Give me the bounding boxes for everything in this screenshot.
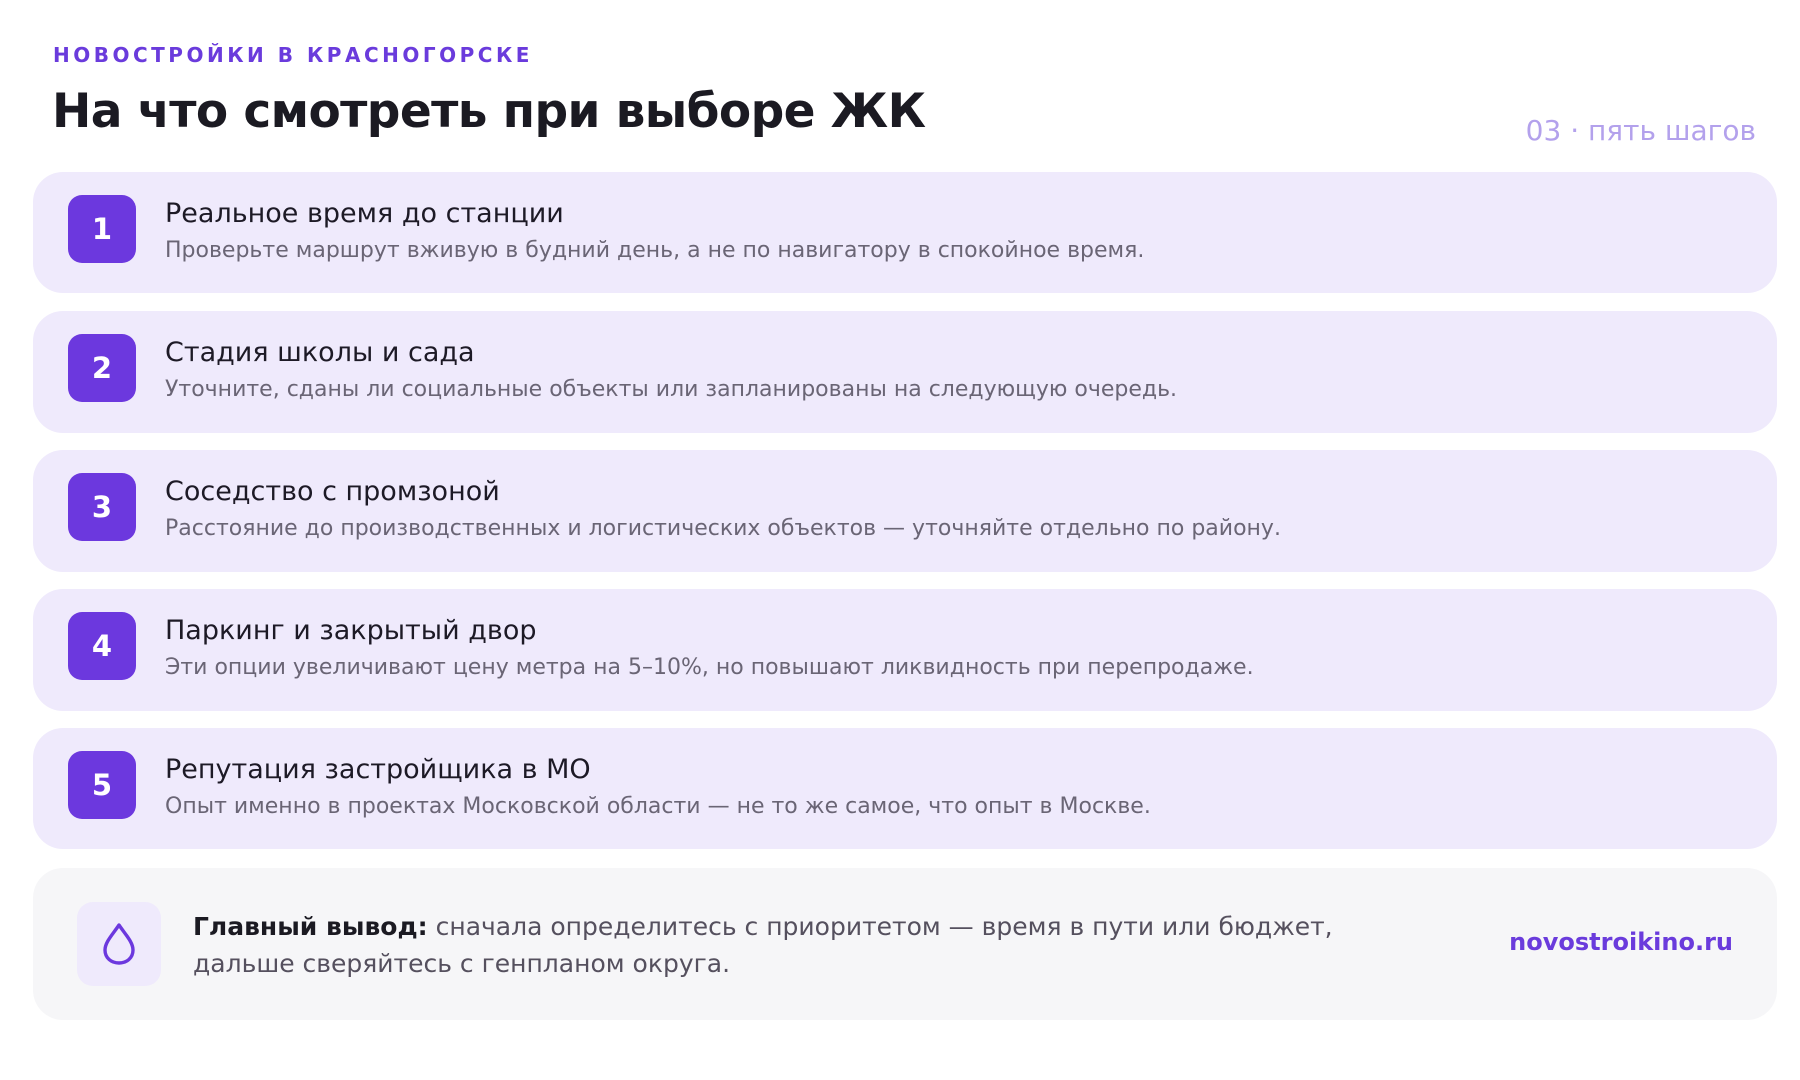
step-card-3: 3 Соседство с промзоной Расстояние до пр… (33, 450, 1777, 572)
site-link[interactable]: novostroikino.ru (1509, 928, 1733, 956)
step-title: Стадия школы и сада (165, 337, 475, 368)
step-card-2: 2 Стадия школы и сада Уточните, сданы ли… (33, 311, 1777, 433)
step-description: Уточните, сданы ли социальные объекты ил… (165, 377, 1178, 402)
step-number-badge: 5 (68, 751, 136, 819)
step-description: Эти опции увеличивают цену метра на 5–10… (165, 655, 1254, 680)
step-description: Опыт именно в проектах Московской област… (165, 794, 1151, 819)
step-card-5: 5 Репутация застройщика в МО Опыт именно… (33, 728, 1777, 849)
step-number-badge: 1 (68, 195, 136, 263)
conclusion-text: Главный вывод: сначала определитесь с пр… (193, 908, 1423, 982)
step-title: Реальное время до станции (165, 198, 564, 229)
step-description: Проверьте маршрут вживую в будний день, … (165, 238, 1145, 263)
conclusion-card: Главный вывод: сначала определитесь с пр… (33, 868, 1777, 1020)
step-number-badge: 3 (68, 473, 136, 541)
step-card-1: 1 Реальное время до станции Проверьте ма… (33, 172, 1777, 293)
step-counter: 03 · пять шагов (1525, 114, 1756, 147)
eyebrow-label: НОВОСТРОЙКИ В КРАСНОГОРСКЕ (53, 43, 533, 67)
step-title: Паркинг и закрытый двор (165, 615, 537, 646)
page-title: На что смотреть при выборе ЖК (52, 84, 926, 139)
step-card-4: 4 Паркинг и закрытый двор Эти опции увел… (33, 589, 1777, 711)
steps-list: 1 Реальное время до станции Проверьте ма… (33, 172, 1777, 867)
drop-icon-svg (103, 923, 135, 965)
step-title: Репутация застройщика в МО (165, 754, 591, 785)
step-description: Расстояние до производственных и логисти… (165, 516, 1281, 541)
step-number-badge: 2 (68, 334, 136, 402)
conclusion-label: Главный вывод: (193, 912, 428, 941)
step-title: Соседство с промзоной (165, 476, 500, 507)
drop-icon (77, 902, 161, 986)
step-number-badge: 4 (68, 612, 136, 680)
